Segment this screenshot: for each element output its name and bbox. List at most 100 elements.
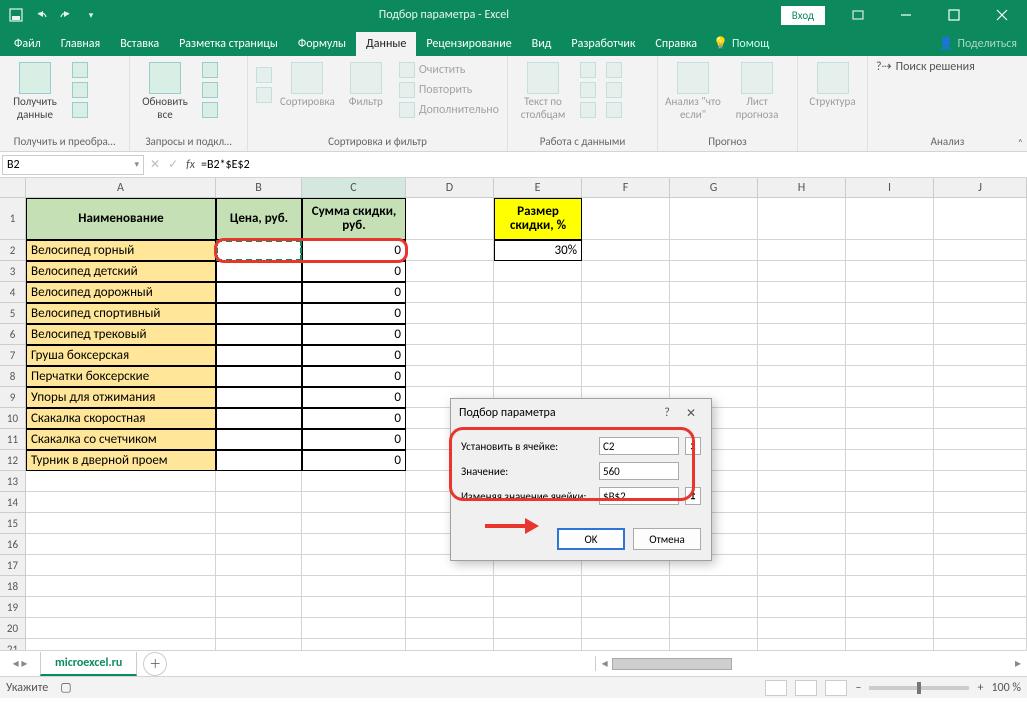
cell[interactable]: [846, 261, 934, 282]
cell[interactable]: [934, 345, 1027, 366]
cell[interactable]: [406, 366, 494, 387]
cell[interactable]: [758, 366, 846, 387]
cell[interactable]: [302, 555, 406, 576]
row-header[interactable]: 7: [0, 345, 26, 366]
cell[interactable]: [758, 408, 846, 429]
row-header[interactable]: 11: [0, 429, 26, 450]
cell[interactable]: [494, 639, 582, 650]
cell[interactable]: [670, 261, 758, 282]
cell[interactable]: Груша боксерская: [26, 345, 216, 366]
cell[interactable]: [846, 345, 934, 366]
cell[interactable]: Упоры для отжимания: [26, 387, 216, 408]
cell[interactable]: 0: [302, 408, 406, 429]
cell[interactable]: [846, 387, 934, 408]
row-header[interactable]: 6: [0, 324, 26, 345]
tab-file[interactable]: Файл: [4, 32, 51, 56]
cell[interactable]: 0: [302, 240, 406, 261]
minimize-button[interactable]: [883, 0, 929, 30]
cell[interactable]: Наименование: [26, 198, 216, 240]
cell[interactable]: [26, 555, 216, 576]
range-picker-icon[interactable]: ↥: [685, 487, 701, 505]
row-header[interactable]: 19: [0, 597, 26, 618]
cell[interactable]: [494, 366, 582, 387]
cell[interactable]: [216, 282, 302, 303]
row-header[interactable]: 4: [0, 282, 26, 303]
cell[interactable]: [216, 555, 302, 576]
horizontal-scrollbar[interactable]: [612, 658, 732, 670]
cell[interactable]: [846, 198, 934, 240]
dialog-help-button[interactable]: ?: [655, 406, 679, 420]
data-validation-button[interactable]: [578, 101, 598, 119]
redo-icon[interactable]: [54, 3, 78, 27]
cell[interactable]: 0: [302, 324, 406, 345]
cell[interactable]: [216, 429, 302, 450]
cell[interactable]: [758, 618, 846, 639]
changing-cell-input[interactable]: $B$2: [599, 487, 679, 505]
col-header-C[interactable]: C: [302, 178, 406, 197]
collapse-ribbon-icon[interactable]: ˄: [1018, 136, 1023, 149]
save-icon[interactable]: [4, 3, 28, 27]
cell[interactable]: [582, 597, 670, 618]
datamodel-button[interactable]: [604, 101, 624, 119]
cell[interactable]: Велосипед детский: [26, 261, 216, 282]
cell[interactable]: [758, 471, 846, 492]
cell[interactable]: [934, 198, 1027, 240]
col-header-I[interactable]: I: [846, 178, 934, 197]
col-header-F[interactable]: F: [582, 178, 670, 197]
normal-view-button[interactable]: [765, 680, 787, 696]
name-box[interactable]: B2▾: [2, 155, 144, 175]
cell[interactable]: Цена, руб.: [216, 198, 302, 240]
cell[interactable]: [406, 303, 494, 324]
cell[interactable]: [758, 492, 846, 513]
cell[interactable]: 0: [302, 387, 406, 408]
cell[interactable]: [216, 618, 302, 639]
tab-help[interactable]: Справка: [645, 32, 707, 56]
cell[interactable]: [406, 261, 494, 282]
cell[interactable]: [406, 618, 494, 639]
cell[interactable]: 0: [302, 345, 406, 366]
cell[interactable]: [846, 576, 934, 597]
value-input[interactable]: 560: [599, 462, 679, 480]
range-picker-icon[interactable]: ↥: [685, 437, 701, 455]
cell[interactable]: [406, 198, 494, 240]
cell[interactable]: [582, 282, 670, 303]
remove-dup-button[interactable]: [578, 81, 598, 99]
cell[interactable]: [934, 450, 1027, 471]
cell[interactable]: [582, 345, 670, 366]
cell[interactable]: [846, 618, 934, 639]
cell[interactable]: [582, 261, 670, 282]
cell[interactable]: 0: [302, 366, 406, 387]
page-break-view-button[interactable]: [825, 680, 847, 696]
ok-button[interactable]: OK: [557, 528, 625, 550]
cell[interactable]: [846, 555, 934, 576]
cell[interactable]: [406, 639, 494, 650]
row-header[interactable]: 1: [0, 198, 26, 240]
col-header-D[interactable]: D: [406, 178, 494, 197]
cell[interactable]: [302, 513, 406, 534]
row-header[interactable]: 9: [0, 387, 26, 408]
cell[interactable]: [406, 324, 494, 345]
filter-button[interactable]: Фильтр: [341, 58, 391, 109]
get-data-button[interactable]: Получить данные: [6, 58, 64, 121]
cell[interactable]: [934, 618, 1027, 639]
tab-developer[interactable]: Разработчик: [561, 32, 645, 56]
scroll-left-icon[interactable]: ◂: [598, 656, 612, 671]
zoom-in-button[interactable]: +: [977, 681, 983, 695]
cell[interactable]: [934, 471, 1027, 492]
cell[interactable]: [670, 576, 758, 597]
cell[interactable]: Скакалка со счетчиком: [26, 429, 216, 450]
cell[interactable]: [582, 639, 670, 650]
col-header-B[interactable]: B: [216, 178, 302, 197]
cell[interactable]: [216, 492, 302, 513]
cell[interactable]: [582, 366, 670, 387]
cell[interactable]: [26, 534, 216, 555]
cell[interactable]: [216, 576, 302, 597]
cell[interactable]: [582, 576, 670, 597]
cell[interactable]: [758, 555, 846, 576]
share-button[interactable]: 👤 Поделиться: [929, 31, 1027, 56]
text-to-columns-button[interactable]: Текст по столбцам: [514, 58, 572, 121]
formula-input[interactable]: =B2*$E$2: [195, 158, 1027, 172]
close-button[interactable]: [979, 0, 1025, 30]
properties-button[interactable]: [200, 81, 220, 99]
cell[interactable]: [582, 198, 670, 240]
